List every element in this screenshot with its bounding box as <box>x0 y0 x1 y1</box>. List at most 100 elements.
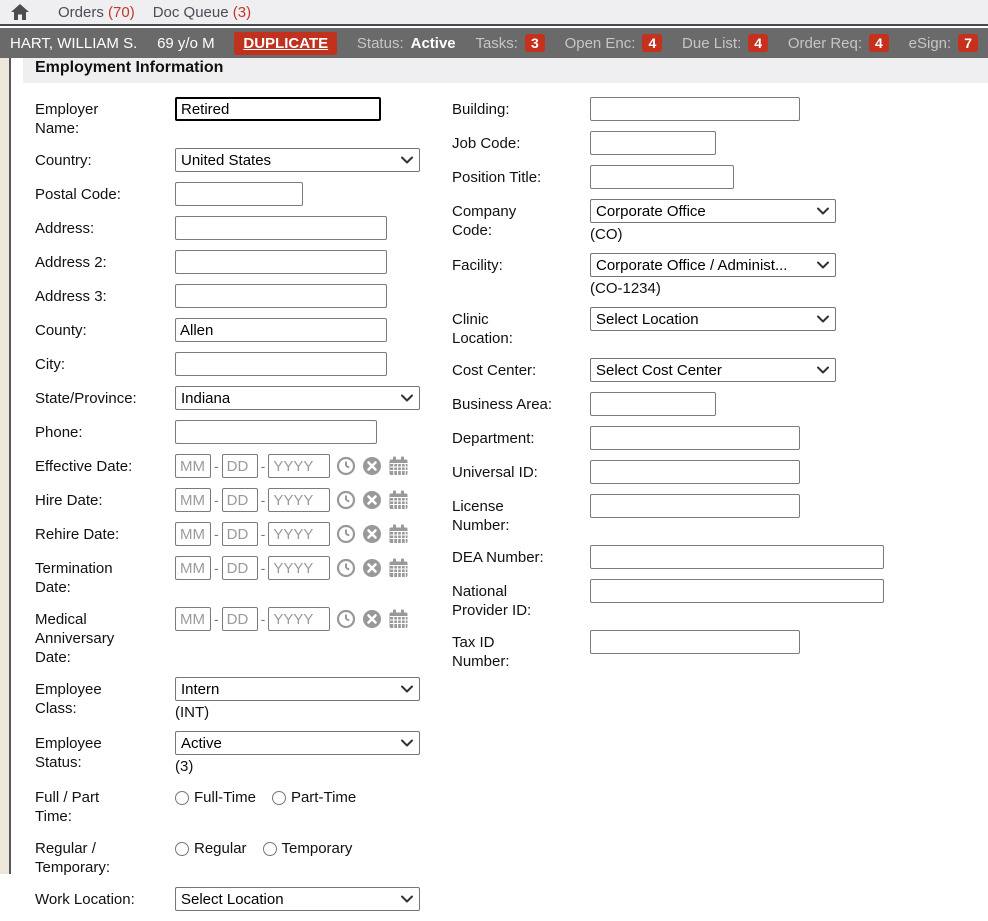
dea-number-input[interactable] <box>590 545 884 569</box>
hire-date-row: Hire Date: -- <box>35 488 440 512</box>
date-mm-input[interactable] <box>175 607 211 631</box>
state-province-select[interactable]: Indiana <box>175 386 420 410</box>
business-area-input[interactable] <box>590 392 716 416</box>
full-time-radio[interactable]: Full-Time <box>175 789 256 806</box>
tax-id-number-input[interactable] <box>590 630 800 654</box>
part-time-radio[interactable]: Part-Time <box>272 789 356 806</box>
work-location-select[interactable]: Select Location <box>175 887 420 911</box>
left-margin-strip <box>0 58 11 874</box>
employer-name-input[interactable] <box>175 97 381 121</box>
postal-code-input[interactable] <box>175 182 303 206</box>
medical-anniversary-date-row: Medical Anniversary Date: -- <box>35 607 440 667</box>
radio-circle <box>263 842 277 856</box>
duplicate-button[interactable]: DUPLICATE <box>234 32 337 55</box>
due-list-badge[interactable]: 4 <box>748 34 768 52</box>
clinic-location-select[interactable]: Select Location <box>590 307 836 331</box>
job-code-label: Job Code: <box>452 131 582 153</box>
date-dd-input[interactable] <box>222 607 258 631</box>
national-provider-id-input[interactable] <box>590 579 884 603</box>
address3-input[interactable] <box>175 284 387 308</box>
date-dd-input[interactable] <box>222 488 258 512</box>
employee-class-code: (INT) <box>175 704 420 721</box>
date-yyyy-input[interactable] <box>268 522 330 546</box>
county-row: County: <box>35 318 440 342</box>
date-yyyy-input[interactable] <box>268 488 330 512</box>
facility-select[interactable]: Corporate Office / Administ... <box>590 253 836 277</box>
regular-radio-label: Regular <box>194 840 247 857</box>
clear-icon[interactable] <box>362 490 382 510</box>
universal-id-input[interactable] <box>590 460 800 484</box>
calendar-icon[interactable] <box>388 490 409 510</box>
date-dd-input[interactable] <box>222 454 258 478</box>
company-code-select[interactable]: Corporate Office <box>590 199 836 223</box>
nav-doc-queue-label: Doc Queue <box>153 4 229 21</box>
department-input[interactable] <box>590 426 800 450</box>
building-input[interactable] <box>590 97 800 121</box>
phone-input[interactable] <box>175 420 377 444</box>
clock-icon[interactable] <box>336 524 356 544</box>
order-req-badge[interactable]: 4 <box>869 34 889 52</box>
address2-input[interactable] <box>175 250 387 274</box>
clear-icon[interactable] <box>362 456 382 476</box>
chevron-down-icon <box>817 366 829 374</box>
city-input[interactable] <box>175 352 387 376</box>
employee-class-select-value: Intern <box>181 681 219 698</box>
country-select[interactable]: United States <box>175 148 420 172</box>
clock-icon[interactable] <box>336 609 356 629</box>
company-code-code: (CO) <box>590 226 836 243</box>
temporary-radio-label: Temporary <box>282 840 353 857</box>
rehire-date-label: Rehire Date: <box>35 522 167 544</box>
license-number-row: License Number: <box>452 494 972 535</box>
state-province-label: State/Province: <box>35 386 167 408</box>
employee-status-select[interactable]: Active <box>175 731 420 755</box>
home-icon[interactable] <box>10 3 30 21</box>
temporary-radio[interactable]: Temporary <box>263 840 353 857</box>
county-input[interactable] <box>175 318 387 342</box>
regular-radio[interactable]: Regular <box>175 840 247 857</box>
employee-class-select[interactable]: Intern <box>175 677 420 701</box>
calendar-icon[interactable] <box>388 609 409 629</box>
date-mm-input[interactable] <box>175 454 211 478</box>
universal-id-row: Universal ID: <box>452 460 972 484</box>
position-title-input[interactable] <box>590 165 734 189</box>
top-nav-bar: Orders (70) Doc Queue (3) <box>0 0 988 26</box>
date-dd-input[interactable] <box>222 522 258 546</box>
employee-class-row: Employee Class: Intern (INT) <box>35 677 440 721</box>
date-yyyy-input[interactable] <box>268 454 330 478</box>
clinic-location-row: Clinic Location: Select Location <box>452 307 972 348</box>
regular-temporary-row: Regular / Temporary: Regular Temporary <box>35 836 440 877</box>
medical-anniversary-date-label: Medical Anniversary Date: <box>35 607 167 667</box>
calendar-icon[interactable] <box>388 524 409 544</box>
esign-badge[interactable]: 7 <box>958 34 978 52</box>
clock-icon[interactable] <box>336 456 356 476</box>
full-time-radio-label: Full-Time <box>194 789 256 806</box>
date-separator: - <box>261 526 266 542</box>
license-number-input[interactable] <box>590 494 800 518</box>
date-mm-input[interactable] <box>175 556 211 580</box>
calendar-icon[interactable] <box>388 456 409 476</box>
nav-doc-queue-link[interactable]: Doc Queue (3) <box>153 4 251 21</box>
address-input[interactable] <box>175 216 387 240</box>
date-mm-input[interactable] <box>175 522 211 546</box>
open-enc-badge[interactable]: 4 <box>642 34 662 52</box>
date-separator: - <box>261 458 266 474</box>
date-yyyy-input[interactable] <box>268 607 330 631</box>
clock-icon[interactable] <box>336 558 356 578</box>
cost-center-row: Cost Center: Select Cost Center <box>452 358 972 382</box>
clear-icon[interactable] <box>362 609 382 629</box>
tasks-badge[interactable]: 3 <box>525 34 545 52</box>
calendar-icon[interactable] <box>388 558 409 578</box>
date-mm-input[interactable] <box>175 488 211 512</box>
position-title-row: Position Title: <box>452 165 972 189</box>
section-header-band: Employment Information <box>23 58 988 83</box>
clock-icon[interactable] <box>336 490 356 510</box>
cost-center-select[interactable]: Select Cost Center <box>590 358 836 382</box>
nav-orders-link[interactable]: Orders (70) <box>58 4 135 21</box>
clear-icon[interactable] <box>362 558 382 578</box>
work-location-row: Work Location: Select Location <box>35 887 440 911</box>
date-yyyy-input[interactable] <box>268 556 330 580</box>
job-code-input[interactable] <box>590 131 716 155</box>
clear-icon[interactable] <box>362 524 382 544</box>
date-dd-input[interactable] <box>222 556 258 580</box>
form-right-column: Building: Job Code: Position Title: Comp… <box>452 97 972 681</box>
